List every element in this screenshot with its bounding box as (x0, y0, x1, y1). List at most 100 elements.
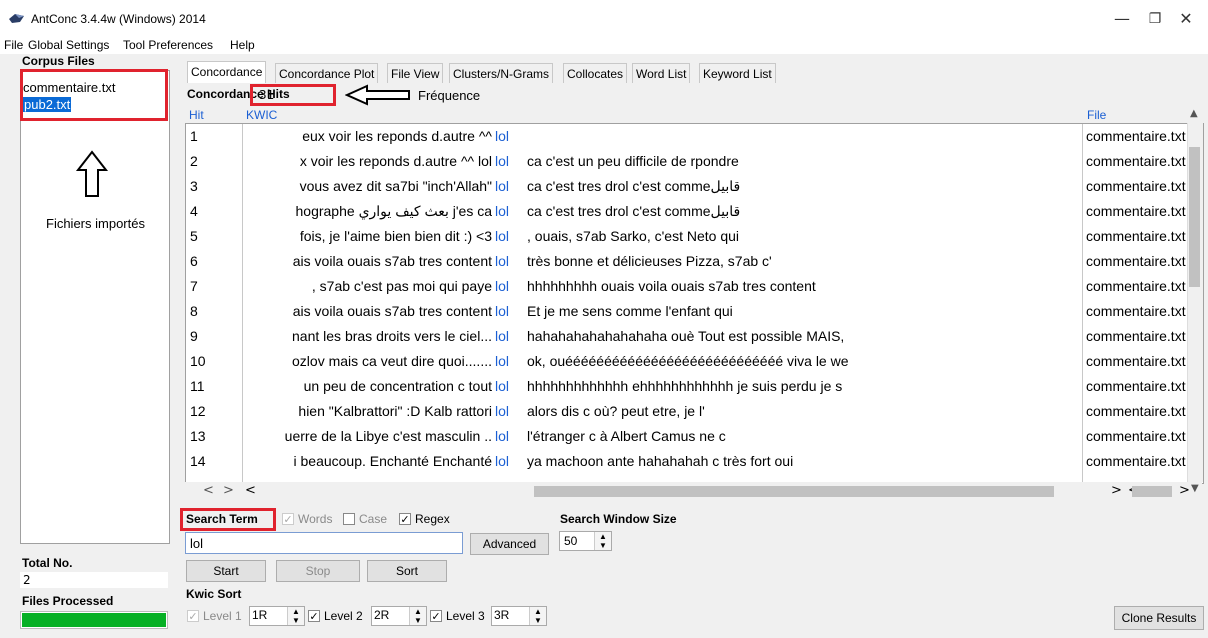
kwic-keyword[interactable]: lol (495, 349, 509, 374)
kwic-keyword[interactable]: lol (495, 399, 509, 424)
tab-concordance[interactable]: Concordance (187, 61, 267, 83)
concordance-row[interactable]: 11 un peu de concentration c tout lol hhhhh… (186, 374, 1186, 399)
kwic-keyword[interactable]: lol (495, 374, 509, 399)
concordance-row[interactable]: 13 uerre de la Libye c'est masculin .. lol… (186, 424, 1186, 449)
kwic-left-context: uerre de la Libye c'est masculin .. (246, 424, 492, 449)
search-term-input[interactable] (185, 532, 463, 554)
left-context-text: uerre de la Libye c'est masculin .. (284, 428, 492, 444)
tab-word-list[interactable]: Word List (632, 63, 691, 83)
scroll-right-icon[interactable]: > (223, 483, 234, 498)
concordance-row[interactable]: 5 fois, je l'aime bien bien dit :) <3 lol,… (186, 224, 1186, 249)
file-name-cell[interactable]: commentaire.txt (1086, 449, 1186, 474)
menu-tool-preferences[interactable]: Tool Preferences (123, 38, 213, 52)
level3-spinner[interactable]: 3R ▲ ▼ (491, 606, 547, 626)
file-name-cell[interactable]: commentaire.txt (1086, 274, 1186, 299)
tab-concordance-plot[interactable]: Concordance Plot (275, 63, 379, 83)
regex-label: Regex (415, 512, 450, 526)
concordance-row[interactable]: 4 hographe بعث كيف يواري j'es ca lol ca c'e… (186, 199, 1186, 224)
file-name-cell[interactable]: commentaire.txt (1086, 199, 1186, 224)
tab-file-view[interactable]: File View (387, 63, 444, 83)
concordance-row[interactable]: 3 vous avez dit sa7bi "inch'Allah" lol ca c… (186, 174, 1186, 199)
column-header-kwic[interactable]: KWIC (246, 108, 277, 122)
level2-spinner[interactable]: 2R ▲ ▼ (371, 606, 427, 626)
tab-clusters-ngrams[interactable]: Clusters/N-Grams (449, 63, 554, 83)
kwic-scroll-left-icon[interactable]: < (245, 483, 256, 498)
file-name-cell[interactable]: commentaire.txt (1086, 249, 1186, 274)
tab-keyword-list[interactable]: Keyword List (699, 63, 776, 83)
level2-checkbox[interactable]: ✓ (308, 610, 320, 623)
file-name-cell[interactable]: commentaire.txt (1086, 349, 1186, 374)
column-header-file[interactable]: File (1087, 108, 1106, 122)
regex-checkbox[interactable]: ✓ (399, 513, 411, 526)
sort-button[interactable]: Sort (367, 560, 447, 582)
kwic-keyword[interactable]: lol (495, 299, 509, 324)
corpus-file-list[interactable]: commentaire.txt pub2.txt (20, 70, 170, 544)
clone-results-button[interactable]: Clone Results (1114, 606, 1204, 630)
kwic-horizontal-thumb[interactable] (534, 486, 1054, 497)
file-name-cell[interactable]: commentaire.txt (1086, 174, 1186, 199)
kwic-keyword[interactable]: lol (495, 274, 509, 299)
start-button[interactable]: Start (186, 560, 266, 582)
kwic-keyword[interactable]: lol (495, 449, 509, 474)
search-window-size-spinner[interactable]: 50 ▲ ▼ (559, 531, 612, 551)
case-checkbox[interactable] (343, 513, 355, 525)
file-scroll-right2-icon[interactable]: > (1179, 483, 1190, 498)
spinner-arrows-icon[interactable]: ▲ ▼ (287, 607, 304, 625)
concordance-hits-value: 31 (259, 88, 275, 102)
up-arrow-icon (75, 150, 109, 197)
left-context-text: un peu de concentration c tout (303, 378, 492, 394)
advanced-button[interactable]: Advanced (470, 533, 549, 555)
scroll-left-icon[interactable]: < (203, 483, 214, 498)
concordance-row[interactable]: 8 ais voila ouais s7ab tres content lol Et … (186, 299, 1186, 324)
kwic-keyword[interactable]: lol (495, 124, 509, 149)
spinner-arrows-icon[interactable]: ▲ ▼ (529, 607, 546, 625)
spinner-arrows-icon[interactable]: ▲ ▼ (594, 532, 611, 550)
file-name-cell[interactable]: commentaire.txt (1086, 224, 1186, 249)
concordance-row[interactable]: 6 ais voila ouais s7ab tres content lol trè… (186, 249, 1186, 274)
words-checkbox[interactable]: ✓ (282, 513, 294, 526)
kwic-keyword[interactable]: lol (495, 224, 509, 249)
concordance-results-grid[interactable]: 1 eux voir les reponds d.autre ^^ lol comme… (185, 123, 1204, 484)
level1-spinner[interactable]: 1R ▲ ▼ (249, 606, 305, 626)
kwic-right-context: ok, ouéééééééééééééééééééééééééééé viva … (527, 353, 849, 369)
concordance-row[interactable]: 1 eux voir les reponds d.autre ^^ lol comme… (186, 124, 1186, 149)
concordance-row[interactable]: 9 nant les bras droits vers le ciel... lol… (186, 324, 1186, 349)
concordance-row[interactable]: 2 x voir les reponds d.autre ^^ lol lol ca … (186, 149, 1186, 174)
menu-file[interactable]: File (4, 38, 23, 52)
menu-global-settings[interactable]: Global Settings (28, 38, 109, 52)
file-name-cell[interactable]: commentaire.txt (1086, 149, 1186, 174)
file-scroll-right-icon[interactable]: > (1111, 483, 1122, 498)
concordance-row[interactable]: 12 hien "Kalbrattori" :D Kalb rattori lol a… (186, 399, 1186, 424)
level1-value: 1R (252, 608, 268, 622)
concordance-row[interactable]: 7 , s7ab c'est pas moi qui paye lol hhhhhhh… (186, 274, 1186, 299)
total-files-value-box: 2 (20, 572, 168, 588)
level1-checkbox[interactable]: ✓ (187, 610, 199, 623)
scroll-up-icon[interactable]: ▲ (1190, 108, 1198, 119)
hit-number: 2 (190, 153, 198, 169)
concordance-row[interactable]: 14 i beaucoup. Enchanté Enchanté lol ya mac… (186, 449, 1186, 474)
hit-number: 1 (190, 128, 198, 144)
file-name-cell[interactable]: commentaire.txt (1086, 424, 1186, 449)
file-name-cell[interactable]: commentaire.txt (1086, 299, 1186, 324)
kwic-keyword[interactable]: lol (495, 199, 509, 224)
kwic-keyword[interactable]: lol (495, 174, 509, 199)
kwic-keyword[interactable]: lol (495, 424, 509, 449)
menu-help[interactable]: Help (230, 38, 255, 52)
spinner-arrows-icon[interactable]: ▲ ▼ (409, 607, 426, 625)
kwic-keyword[interactable]: lol (495, 324, 509, 349)
tab-collocates[interactable]: Collocates (563, 63, 628, 83)
concordance-row[interactable]: 10 ozlov mais ca veut dire quoi....... lol… (186, 349, 1186, 374)
stop-button[interactable]: Stop (276, 560, 360, 582)
scroll-down-icon[interactable]: ▼ (1191, 483, 1199, 494)
file-name-cell[interactable]: commentaire.txt (1086, 124, 1186, 149)
kwic-keyword[interactable]: lol (495, 149, 509, 174)
close-icon[interactable]: ✕ (1166, 6, 1206, 32)
kwic-keyword[interactable]: lol (495, 249, 509, 274)
file-name-cell[interactable]: commentaire.txt (1086, 399, 1186, 424)
vertical-scroll-thumb[interactable] (1189, 147, 1200, 287)
column-header-hit[interactable]: Hit (189, 108, 204, 122)
file-name-cell[interactable]: commentaire.txt (1086, 324, 1186, 349)
level3-checkbox[interactable]: ✓ (430, 610, 442, 623)
file-name-cell[interactable]: commentaire.txt (1086, 374, 1186, 399)
file-horizontal-thumb[interactable] (1132, 486, 1172, 497)
